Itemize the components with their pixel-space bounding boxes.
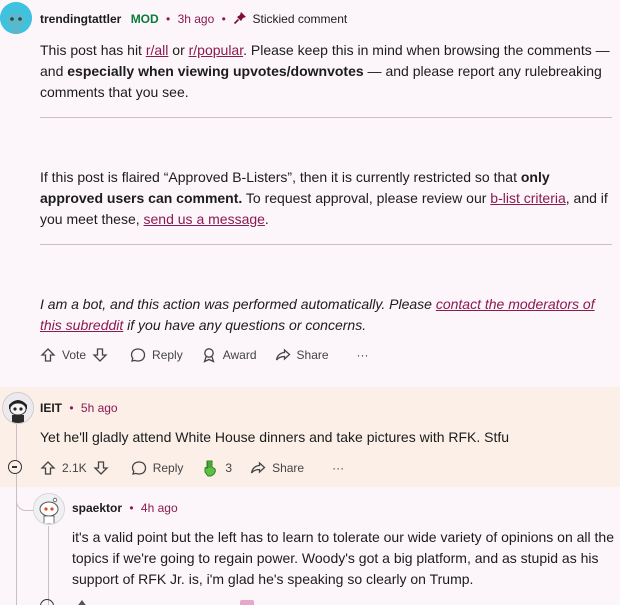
share-label: Share [272, 461, 305, 475]
share-button[interactable]: Share [250, 460, 304, 476]
avatar[interactable] [2, 392, 34, 424]
thread-line [48, 526, 49, 605]
username[interactable]: IEIT [40, 401, 62, 415]
send-message-link[interactable]: send us a message [144, 211, 265, 227]
vote-label: Vote [62, 348, 87, 362]
downvote-icon [92, 348, 108, 362]
award-label: Award [222, 348, 257, 362]
reply-label: Reply [152, 348, 183, 362]
thread-line[interactable] [16, 424, 17, 464]
share-label: Share [296, 348, 329, 362]
comment-actions: 2.1K Reply 3 Share ··· [40, 457, 362, 479]
avatar[interactable] [0, 2, 32, 34]
minus-icon [12, 466, 17, 468]
comment-actions: Vote Reply Award Share ··· [40, 344, 387, 366]
reply-button[interactable]: Reply [131, 460, 184, 476]
upvote-icon [40, 348, 56, 362]
separator: • [166, 12, 171, 26]
divider [40, 117, 612, 118]
upvote-button[interactable]: Vote [40, 347, 86, 363]
comment-paragraph: This post has hit r/all or r/popular. Pl… [40, 42, 610, 100]
b-list-criteria-link[interactable]: b-list criteria [490, 190, 565, 206]
reply-label: Reply [152, 461, 184, 475]
pin-icon [234, 12, 247, 25]
downvote-button[interactable] [93, 460, 115, 476]
divider [40, 244, 612, 245]
comment-text: it's a valid point but the left has to l… [72, 529, 614, 587]
avatar[interactable] [33, 493, 65, 525]
thread-branch [16, 492, 33, 511]
vote-count: 2.1K [62, 461, 87, 475]
mod-badge: MOD [130, 12, 159, 26]
subreddit-link[interactable]: r/all [146, 42, 169, 58]
timestamp[interactable]: 3h ago [178, 12, 215, 26]
comment-paragraph: I am a bot, and this action was performe… [40, 296, 595, 333]
speech-bubble-icon [130, 348, 146, 362]
speech-bubble-icon [131, 461, 146, 475]
snoo-avatar-icon [0, 2, 32, 34]
comment-meta: spaektor • 4h ago [72, 500, 178, 516]
username[interactable]: spaektor [72, 501, 122, 515]
upvote-button[interactable]: 2.1K [40, 460, 87, 476]
downvote-icon [93, 461, 109, 475]
reply-button[interactable]: Reply [130, 347, 183, 363]
upvote-icon [40, 461, 56, 475]
timestamp[interactable]: 5h ago [81, 401, 118, 415]
stickied-label: Stickied comment [252, 12, 348, 26]
timestamp[interactable]: 4h ago [141, 501, 178, 515]
award-count: 3 [225, 461, 233, 475]
downvote-button[interactable] [92, 347, 114, 363]
share-icon [250, 461, 266, 474]
comment-text: Yet he'll gladly attend White House dinn… [40, 429, 510, 445]
more-options-icon: ··· [356, 348, 369, 362]
separator: • [69, 401, 74, 415]
snoo-avatar-icon [3, 393, 33, 423]
username[interactable]: trendingtattler [40, 12, 121, 26]
award-button[interactable]: Award [201, 347, 257, 363]
comment-meta: trendingtattler MOD • 3h ago • Stickied … [40, 11, 347, 27]
share-icon [275, 348, 290, 361]
collapse-thread-button[interactable] [40, 599, 54, 605]
comment-actions-partial [40, 599, 320, 605]
more-options-button[interactable]: ··· [332, 461, 344, 475]
share-button[interactable]: Share [275, 347, 329, 363]
subreddit-link[interactable]: r/popular [189, 42, 243, 58]
more-options-icon: ··· [332, 461, 345, 475]
collapse-thread-button[interactable] [8, 460, 22, 474]
award-icon[interactable] [240, 600, 254, 605]
comment-paragraph: If this post is flaired “Approved B-List… [40, 169, 608, 227]
snoo-avatar-icon [34, 494, 64, 524]
award-button[interactable]: 3 [201, 459, 232, 477]
award-icon [203, 348, 215, 363]
pointing-down-hand-icon [204, 460, 217, 477]
more-options-button[interactable]: ··· [357, 348, 369, 362]
separator: • [221, 12, 226, 26]
separator: • [129, 501, 134, 515]
upvote-icon[interactable] [76, 600, 88, 605]
comment-meta: IEIT • 5h ago [40, 400, 118, 416]
